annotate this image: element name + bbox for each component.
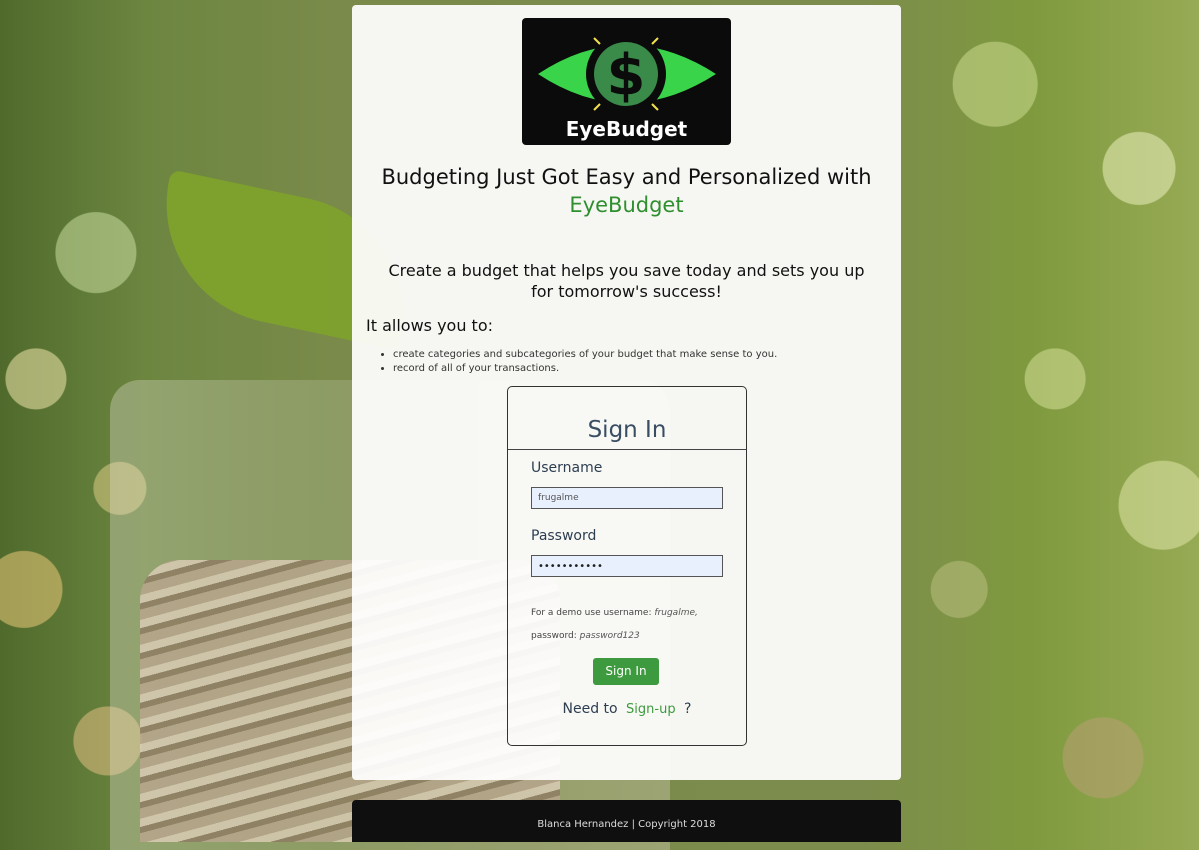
signin-button[interactable]: Sign In bbox=[593, 658, 659, 685]
username-label: Username bbox=[531, 460, 603, 476]
signin-title: Sign In bbox=[508, 387, 746, 450]
list-item: create categories and subcategories of y… bbox=[393, 348, 777, 362]
password-input[interactable] bbox=[531, 555, 723, 577]
eyebudget-logo: $ EyeBudget bbox=[522, 18, 731, 145]
demo-note-password: password: password123 bbox=[531, 631, 640, 641]
demo-password-prefix: password: bbox=[531, 631, 577, 641]
footer-text: Blanca Hernandez | Copyright 2018 bbox=[537, 819, 716, 830]
headline-brand: EyeBudget bbox=[569, 193, 684, 217]
features-list: create categories and subcategories of y… bbox=[366, 348, 777, 376]
demo-password: password123 bbox=[579, 631, 640, 641]
need-to-text: Need to bbox=[562, 701, 618, 717]
signup-link[interactable]: Sign-up bbox=[626, 702, 676, 717]
svg-text:$: $ bbox=[607, 43, 646, 108]
features-heading: It allows you to: bbox=[366, 316, 494, 335]
headline-text: Budgeting Just Got Easy and Personalized… bbox=[381, 165, 872, 189]
logo-text: EyeBudget bbox=[565, 117, 688, 141]
demo-prefix: For a demo use username: bbox=[531, 608, 652, 618]
password-label: Password bbox=[531, 528, 597, 544]
tagline: Create a budget that helps you save toda… bbox=[388, 261, 865, 301]
signup-suffix: ? bbox=[684, 701, 692, 717]
demo-username: frugalme, bbox=[654, 608, 698, 618]
username-input[interactable] bbox=[531, 487, 723, 509]
signup-prompt: Need to Sign-up ? bbox=[508, 701, 746, 717]
list-item: record of all of your transactions. bbox=[393, 362, 777, 376]
signin-panel: Sign In Username Password For a demo use… bbox=[507, 386, 747, 746]
demo-note-username: For a demo use username: frugalme, bbox=[531, 608, 698, 618]
main-card: $ EyeBudget Budgeting Just Got Easy and … bbox=[352, 5, 901, 780]
page-headline: Budgeting Just Got Easy and Personalized… bbox=[352, 163, 901, 219]
footer: Blanca Hernandez | Copyright 2018 bbox=[352, 800, 901, 842]
